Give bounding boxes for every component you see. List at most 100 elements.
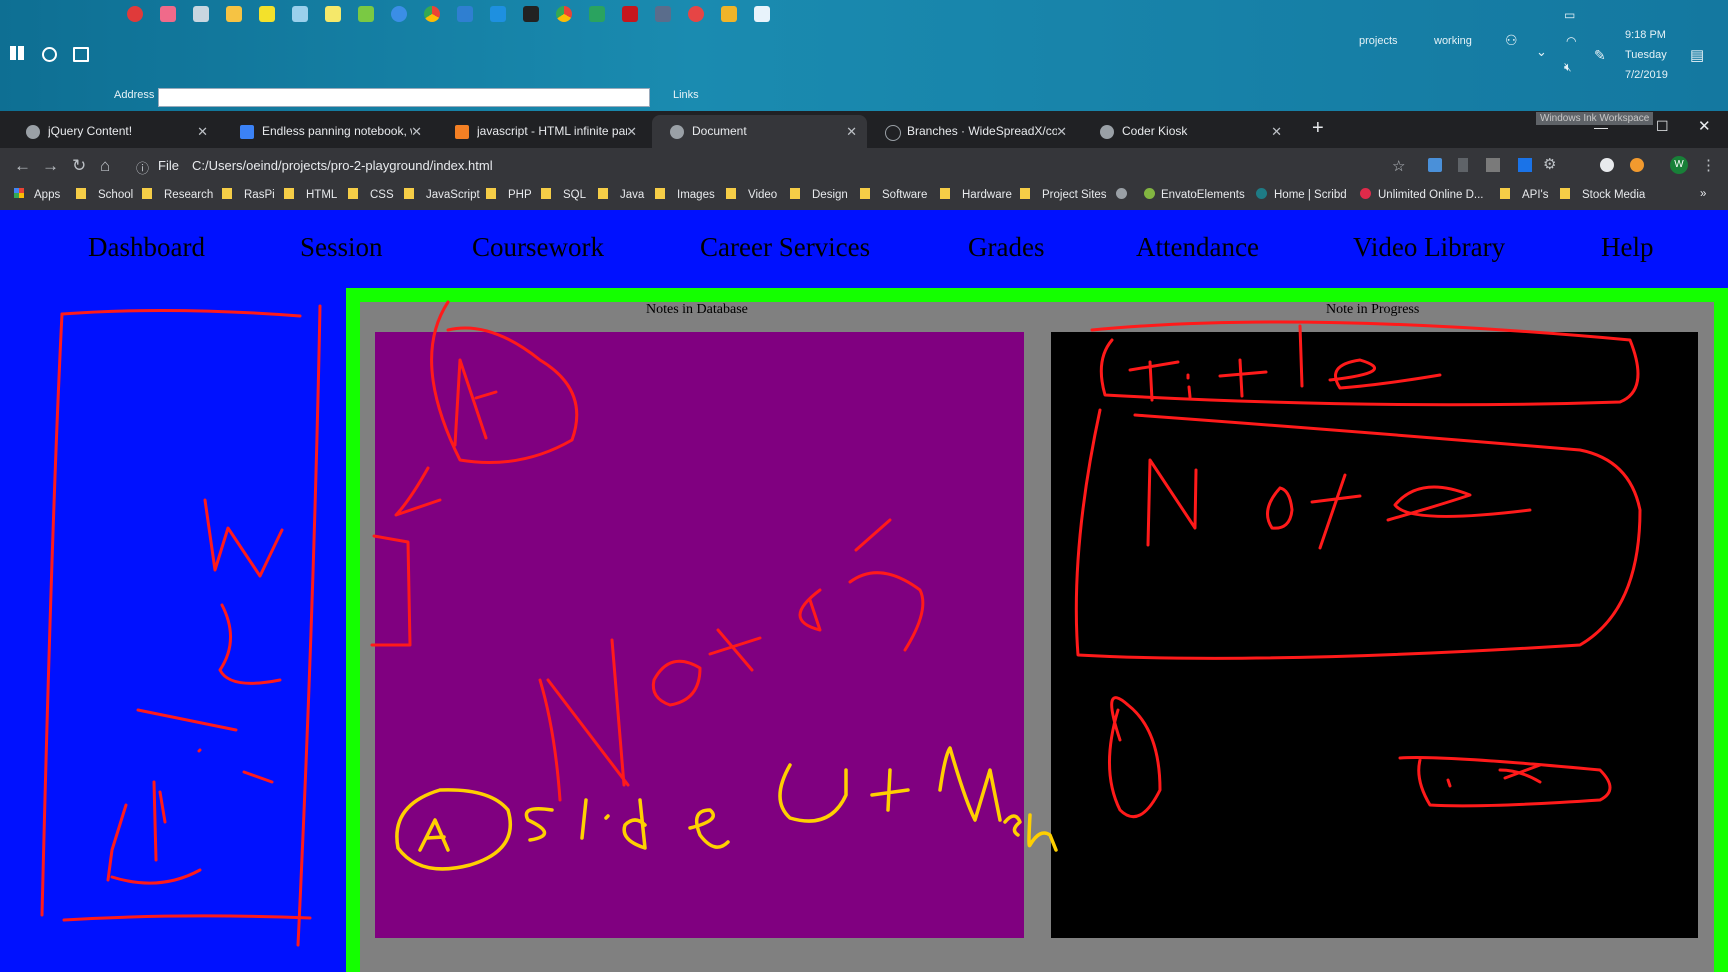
sticky-notes-icon[interactable] xyxy=(259,6,275,22)
tab-endless-panning[interactable]: Endless panning notebook, with ✕ xyxy=(222,115,432,148)
chrome-icon[interactable] xyxy=(424,6,440,22)
folder-icon xyxy=(486,188,496,199)
bookmark-raspi[interactable]: RasPi xyxy=(222,188,275,201)
bookmark-software[interactable]: Software xyxy=(860,188,927,201)
app-icon-15[interactable] xyxy=(589,6,605,22)
close-icon[interactable]: ✕ xyxy=(411,115,422,148)
app-icon-19[interactable] xyxy=(721,6,737,22)
bookmark-sql[interactable]: SQL xyxy=(541,188,586,201)
battery-icon[interactable]: ▭ xyxy=(1564,8,1575,22)
wifi-icon[interactable]: ◠ xyxy=(1566,34,1576,48)
close-window-icon[interactable]: ✕ xyxy=(1698,117,1711,135)
info-icon[interactable]: ⓘ xyxy=(136,158,149,177)
bookmark-project-sites[interactable]: Project Sites xyxy=(1020,188,1107,201)
app-icon-9[interactable] xyxy=(391,6,407,22)
new-tab-button[interactable]: + xyxy=(1312,117,1324,140)
slide-out-menu-sketch xyxy=(395,746,1058,871)
bookmark-video[interactable]: Video xyxy=(726,188,777,201)
pen-workspace-icon[interactable]: ✎ xyxy=(1594,47,1606,64)
extension-icon-2[interactable] xyxy=(1458,158,1468,172)
app-icon-18[interactable] xyxy=(688,6,704,22)
bookmark-html[interactable]: HTML xyxy=(284,188,337,201)
terminal-icon[interactable] xyxy=(523,6,539,22)
bookmark-php[interactable]: PHP xyxy=(486,188,532,201)
home-icon[interactable]: ⌂ xyxy=(100,156,110,176)
action-center-icon[interactable]: ▤ xyxy=(1690,46,1704,64)
extension-icon-7[interactable] xyxy=(1630,158,1644,172)
minimize-icon[interactable]: — xyxy=(1594,119,1608,135)
people-icon[interactable]: ⚇ xyxy=(1505,32,1518,49)
star-icon[interactable]: ☆ xyxy=(1392,157,1405,175)
extension-icon-3[interactable] xyxy=(1486,158,1500,172)
back-icon[interactable]: ← xyxy=(14,156,31,176)
chrome-icon-2[interactable] xyxy=(556,6,572,22)
tray-chevron-icon[interactable]: ⌄ xyxy=(1536,44,1547,60)
app-icon-2[interactable] xyxy=(160,6,176,22)
bookmark-stock-media[interactable]: Stock Media xyxy=(1560,188,1645,201)
globe-icon xyxy=(1100,125,1114,139)
bookmark-css[interactable]: CSS xyxy=(348,188,394,201)
extension-icon-1[interactable] xyxy=(1428,158,1442,172)
tab-document[interactable]: Document ✕ xyxy=(652,115,867,148)
app-icon-8[interactable] xyxy=(358,6,374,22)
close-icon[interactable]: ✕ xyxy=(626,115,637,148)
close-icon[interactable]: ✕ xyxy=(1271,115,1282,148)
profile-avatar[interactable]: W xyxy=(1670,156,1688,174)
gear-icon[interactable]: ⚙ xyxy=(1543,155,1556,173)
folder-icon xyxy=(541,188,551,199)
app-icon-1[interactable] xyxy=(127,6,143,22)
folder-icon xyxy=(860,188,870,199)
bookmark-hardware[interactable]: Hardware xyxy=(940,188,1012,201)
bookmarks-overflow-icon[interactable]: » xyxy=(1700,188,1706,200)
bookmark-research[interactable]: Research xyxy=(142,188,213,201)
file-explorer-icon[interactable] xyxy=(226,6,242,22)
close-icon[interactable]: ✕ xyxy=(1056,115,1067,148)
app-icon-17[interactable] xyxy=(655,6,671,22)
address-input[interactable] xyxy=(158,88,650,107)
bookmark-javascript[interactable]: JavaScript xyxy=(404,188,480,201)
bookmark-envatoelements[interactable]: EnvatoElements xyxy=(1144,188,1245,201)
close-icon[interactable]: ✕ xyxy=(846,115,857,148)
clock-day[interactable]: Tuesday xyxy=(1625,49,1667,61)
volume-muted-icon[interactable]: 🔇︎ xyxy=(1564,60,1572,75)
bookmark-apps[interactable]: Apps xyxy=(14,188,60,201)
tab-coder-kiosk[interactable]: Coder Kiosk ✕ xyxy=(1082,115,1292,148)
app-icon-6[interactable] xyxy=(292,6,308,22)
clock-date[interactable]: 7/2/2019 xyxy=(1625,69,1668,81)
bookmark-school[interactable]: School xyxy=(76,188,133,201)
start-icon[interactable] xyxy=(10,46,24,60)
extension-icon-6[interactable] xyxy=(1600,158,1614,172)
bookmark-design[interactable]: Design xyxy=(790,188,848,201)
maximize-icon[interactable]: ☐ xyxy=(1656,118,1669,135)
menu-icon[interactable]: ⋮ xyxy=(1701,156,1716,174)
bookmark-apis[interactable]: API's xyxy=(1500,188,1548,201)
bookmark-java[interactable]: Java xyxy=(598,188,644,201)
tab-branches[interactable]: Branches · WideSpreadX/coder_k ✕ xyxy=(867,115,1077,148)
forward-icon[interactable]: → xyxy=(42,156,59,176)
url-input[interactable]: C:/Users/oeind/projects/pro-2-playground… xyxy=(192,158,493,173)
tab-jquery-content[interactable]: jQuery Content! ✕ xyxy=(8,115,218,148)
clock-time[interactable]: 9:18 PM xyxy=(1625,29,1666,41)
envato-leaf-icon xyxy=(1144,188,1155,199)
app-icon-3[interactable] xyxy=(193,6,209,22)
close-icon[interactable]: ✕ xyxy=(197,115,208,148)
vscode-icon[interactable] xyxy=(490,6,506,22)
app-icon-7[interactable] xyxy=(325,6,341,22)
toolbar-projects[interactable]: projects xyxy=(1359,35,1398,47)
app-icon-11[interactable] xyxy=(457,6,473,22)
bookmark-images[interactable]: Images xyxy=(655,188,715,201)
folder-icon xyxy=(76,188,86,199)
photos-icon[interactable] xyxy=(754,6,770,22)
bookmark-scribd[interactable]: Home | Scribd xyxy=(1256,188,1347,201)
toolbar-working[interactable]: working xyxy=(1434,35,1472,47)
filezilla-icon[interactable] xyxy=(622,6,638,22)
bookmark-unlimited-online[interactable]: Unlimited Online D... xyxy=(1360,188,1483,201)
reload-icon[interactable]: ↻ xyxy=(72,156,86,176)
links-label: Links xyxy=(673,89,699,101)
tab-javascript-html[interactable]: javascript - HTML infinite pan-ab ✕ xyxy=(437,115,647,148)
task-view-icon[interactable] xyxy=(73,47,89,62)
notes-db-sketch xyxy=(370,300,925,802)
extension-icon-4[interactable] xyxy=(1518,158,1532,172)
bookmark-globe[interactable] xyxy=(1116,188,1127,202)
cortana-icon[interactable] xyxy=(42,47,57,62)
